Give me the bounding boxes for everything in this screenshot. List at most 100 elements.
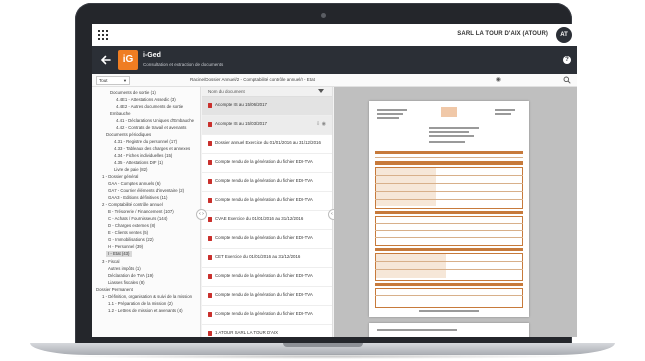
tree-item[interactable]: 4.35 - Attestations DIF (1) bbox=[114, 160, 163, 166]
document-name: Compte rendu de la génération du fichier… bbox=[215, 197, 313, 202]
search-icon[interactable] bbox=[563, 76, 571, 84]
document-row[interactable]: CET Exercice du 01/01/2016 au 31/12/2016 bbox=[202, 249, 332, 268]
tree-item[interactable]: Déclaration de TVA (19) bbox=[108, 273, 153, 279]
document-row[interactable]: Dossier annuel Exercice du 01/01/2016 au… bbox=[202, 135, 332, 154]
tree-item[interactable]: 4.4E2 - Autres documents de sortie bbox=[116, 104, 183, 110]
pdf-icon bbox=[208, 160, 212, 165]
pdf-page bbox=[369, 323, 529, 337]
grid-icon[interactable] bbox=[98, 30, 108, 40]
pdf-icon bbox=[208, 103, 212, 108]
laptop-shadow bbox=[60, 354, 585, 359]
tree-item[interactable]: C - Achats / Fournisseurs (144) bbox=[108, 216, 167, 222]
document-row[interactable]: Acompte IS au 15/03/2017 ⇩ ◉ bbox=[202, 116, 332, 135]
tree-item[interactable]: Embauche bbox=[110, 111, 131, 117]
tree-item[interactable]: Livre de paie (82) bbox=[114, 167, 147, 173]
document-name: Compte rendu de la génération du fichier… bbox=[215, 273, 313, 278]
app-title: i-Ged bbox=[143, 52, 161, 59]
column-header-name[interactable]: Nom du document bbox=[208, 87, 245, 96]
document-name: 1 ATOUR SARL LA TOUR D'AIX bbox=[215, 330, 279, 335]
tree-item[interactable]: GAA - Comptes annuels (6) bbox=[108, 181, 161, 187]
company-name: SARL LA TOUR D'AIX (ATOUR) bbox=[457, 31, 548, 37]
document-row[interactable]: Acompte IS au 15/06/2017 bbox=[202, 97, 332, 116]
collapse-left-handle[interactable]: ‹ › bbox=[196, 209, 207, 220]
document-name: Acompte IS au 15/03/2017 bbox=[215, 121, 267, 126]
tree-item[interactable]: E - Clients ventes (5) bbox=[108, 230, 148, 236]
document-row[interactable]: CVAE Exercice du 01/01/2016 au 31/12/201… bbox=[202, 211, 332, 230]
tree-item[interactable]: H - Personnel (39) bbox=[108, 244, 143, 250]
pdf-icon bbox=[208, 312, 212, 317]
pdf-icon bbox=[208, 274, 212, 279]
folder-tree: Documents de sortie (1) 4.4E1 - Attestat… bbox=[92, 87, 201, 337]
document-list: Nom du document Acompte IS au 15/06/2017… bbox=[202, 87, 333, 337]
pdf-page bbox=[369, 101, 529, 317]
document-name: CET Exercice du 01/01/2016 au 31/12/2016 bbox=[215, 254, 301, 259]
tree-item[interactable]: 1 - Définition, organisation & suivi de … bbox=[102, 294, 192, 300]
pdf-icon bbox=[208, 198, 212, 203]
tree-item[interactable]: Liasses fiscales (8) bbox=[108, 280, 145, 286]
pdf-icon bbox=[208, 331, 212, 336]
tree-item[interactable]: 4.42 - Contrats de travail et avenants bbox=[116, 125, 186, 131]
document-row[interactable]: Compte rendu de la génération du fichier… bbox=[202, 192, 332, 211]
scope-select-value: Tout bbox=[99, 78, 108, 83]
camera bbox=[321, 13, 326, 18]
document-name: Compte rendu de la génération du fichier… bbox=[215, 159, 313, 164]
pdf-icon bbox=[208, 179, 212, 184]
tree-item[interactable]: Dossier Permanent bbox=[96, 287, 133, 293]
scope-select[interactable]: Tout ▼ bbox=[96, 76, 130, 85]
tree-item[interactable]: 4.33 - Tableaux des charges et annexes bbox=[114, 146, 190, 152]
document-row[interactable]: Compte rendu de la génération du fichier… bbox=[202, 154, 332, 173]
tree-item[interactable]: Autres impôts (1) bbox=[108, 266, 141, 272]
document-row[interactable]: Compte rendu de la génération du fichier… bbox=[202, 268, 332, 287]
app-bar: iG i-Ged Consultation et extraction de d… bbox=[92, 46, 577, 74]
tree-item[interactable]: Documents de sortie (1) bbox=[110, 90, 156, 96]
tree-item[interactable]: 1 - Dossier général bbox=[102, 174, 138, 180]
pdf-icon bbox=[208, 255, 212, 260]
breadcrumb: Racine/Dossier Annuel/2 - Comptabilité c… bbox=[190, 77, 315, 82]
tree-item[interactable]: B - Trésorerie / Financement (107) bbox=[108, 209, 174, 215]
document-name: Compte rendu de la génération du fichier… bbox=[215, 292, 313, 297]
tree-item[interactable]: D - Charges externes (8) bbox=[108, 223, 155, 229]
document-row[interactable]: 1 ATOUR SARL LA TOUR D'AIX bbox=[202, 325, 332, 337]
pdf-icon bbox=[208, 141, 212, 146]
pdf-icon bbox=[208, 217, 212, 222]
tree-item[interactable]: Documents périodiques bbox=[106, 132, 151, 138]
document-name: Acompte IS au 15/06/2017 bbox=[215, 102, 267, 107]
question-icon[interactable]: ? bbox=[563, 56, 571, 64]
screen: SARL LA TOUR D'AIX (ATOUR) AT iG i-Ged C… bbox=[92, 24, 577, 337]
app-subtitle: Consultation et extraction de documents bbox=[143, 62, 224, 67]
document-row[interactable]: Compte rendu de la génération du fichier… bbox=[202, 230, 332, 249]
tree-item[interactable]: 4.41 - Déclarations Uniques d'Embauche bbox=[116, 118, 194, 124]
document-name: Compte rendu de la génération du fichier… bbox=[215, 235, 313, 240]
download-icon[interactable]: ⇩ ◉ bbox=[316, 121, 326, 127]
pdf-icon bbox=[208, 122, 212, 127]
document-row[interactable]: Compte rendu de la génération du fichier… bbox=[202, 173, 332, 192]
avatar[interactable]: AT bbox=[556, 27, 572, 43]
tree-item[interactable]: 3 - Fiscal bbox=[102, 259, 119, 265]
tree-item[interactable]: GA7 - Courrier éléments d'inventaire (2) bbox=[108, 188, 184, 194]
tree-item[interactable]: 4.31 - Registre du personnel (17) bbox=[114, 139, 177, 145]
app-logo: iG bbox=[118, 50, 138, 70]
tree-item[interactable]: 4.4E1 - Attestations Assedic (3) bbox=[116, 97, 176, 103]
document-name: CVAE Exercice du 01/01/2016 au 31/12/201… bbox=[215, 216, 304, 221]
laptop-base-notch bbox=[283, 343, 363, 347]
tree-item[interactable]: 4.34 - Fiches individuelles (15) bbox=[114, 153, 172, 159]
document-name: Dossier annuel Exercice du 01/01/2016 au… bbox=[215, 140, 321, 145]
pdf-icon bbox=[208, 236, 212, 241]
document-row[interactable]: Compte rendu de la génération du fichier… bbox=[202, 287, 332, 306]
chevron-down-icon: ▼ bbox=[123, 78, 127, 83]
filter-icon[interactable] bbox=[318, 89, 324, 93]
tree-item[interactable]: 2 - Comptabilité contrôle annuel bbox=[102, 202, 163, 208]
document-preview bbox=[334, 87, 577, 337]
arrow-left-icon[interactable] bbox=[99, 53, 113, 67]
document-list-header: Nom du document bbox=[202, 87, 332, 97]
top-bar: SARL LA TOUR D'AIX (ATOUR) AT bbox=[92, 24, 577, 47]
document-row[interactable]: Compte rendu de la génération du fichier… bbox=[202, 306, 332, 325]
tree-item[interactable]: 1.2 - Lettres de mission et avenants (4) bbox=[108, 308, 183, 314]
toolbar: Tout ▼ Racine/Dossier Annuel/2 - Comptab… bbox=[92, 74, 577, 87]
eye-icon[interactable]: ◉ bbox=[496, 77, 501, 83]
tree-item[interactable]: G - Immobilisations (22) bbox=[108, 237, 154, 243]
document-name: Compte rendu de la génération du fichier… bbox=[215, 178, 313, 183]
tree-item[interactable]: 1.1 - Préparation de la mission (2) bbox=[108, 301, 173, 307]
tree-item-selected[interactable]: I - Etat (43) bbox=[106, 251, 132, 257]
tree-item[interactable]: GAA3 - Editions définitives (11) bbox=[108, 195, 167, 201]
